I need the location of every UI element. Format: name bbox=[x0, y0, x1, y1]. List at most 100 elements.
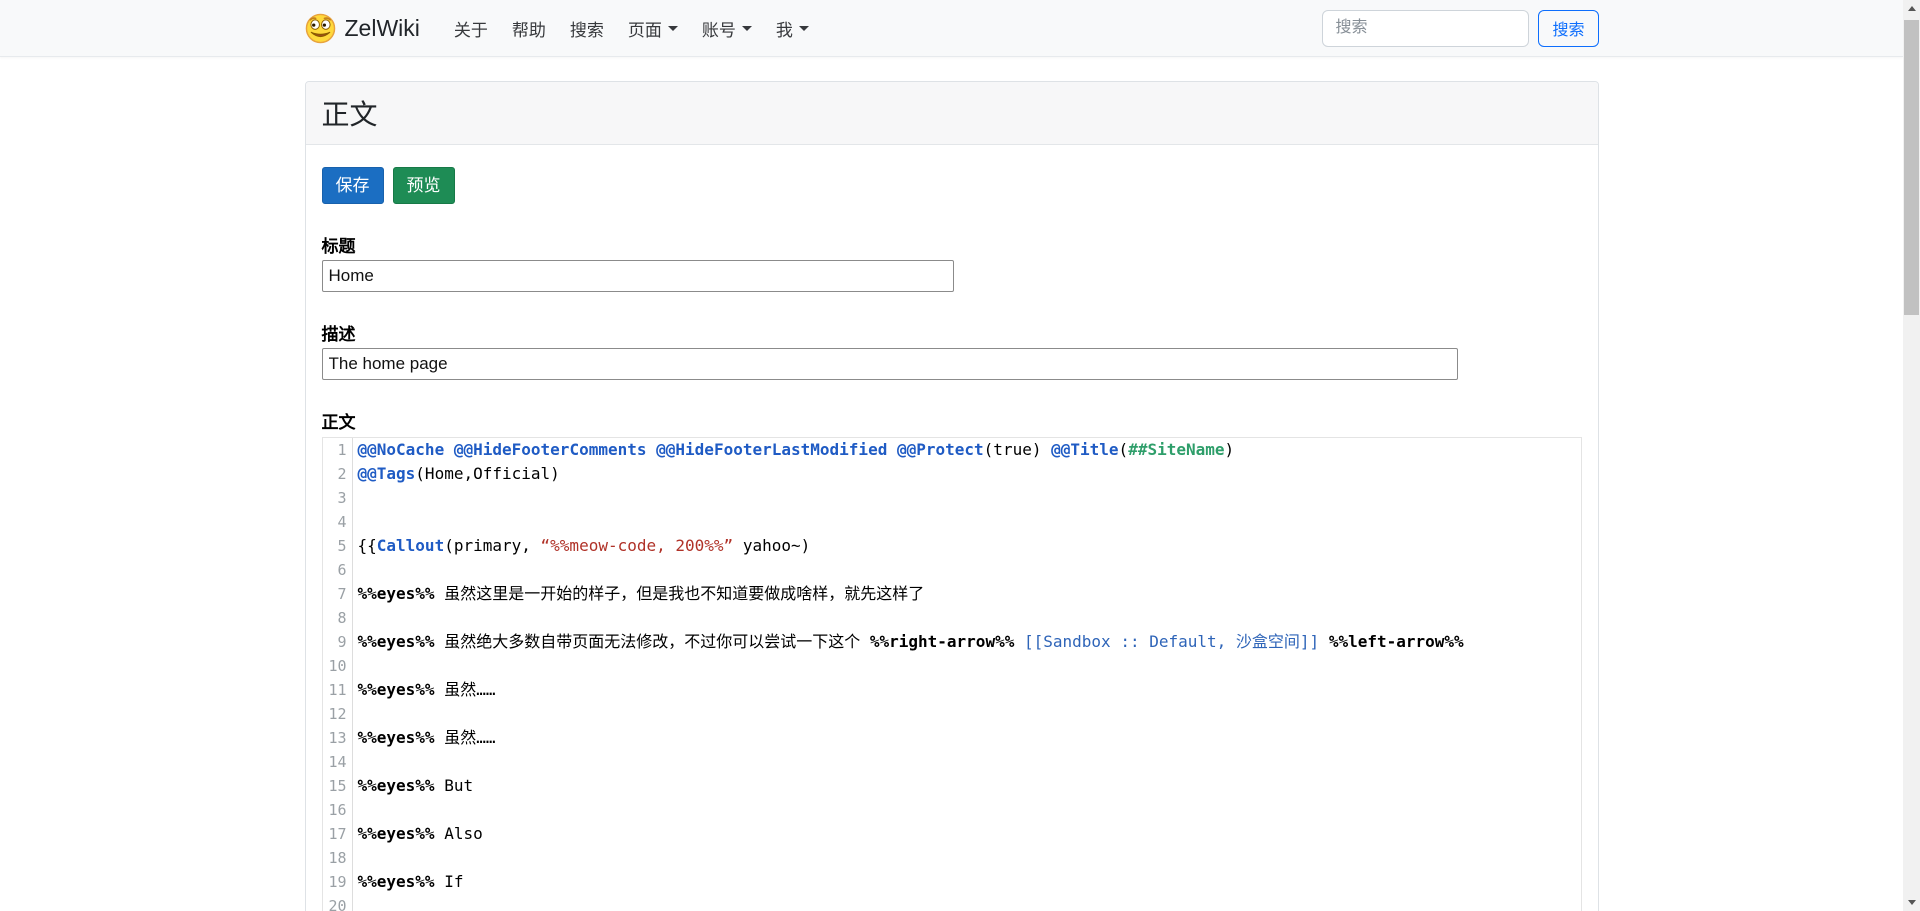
editor-line[interactable]: 1@@NoCache @@HideFooterComments @@HideFo… bbox=[323, 438, 1581, 462]
editor-line-number: 14 bbox=[323, 750, 353, 774]
editor-line[interactable]: 15%%eyes%% But bbox=[323, 774, 1581, 798]
scroll-down-icon bbox=[1908, 900, 1916, 905]
nav-dropdown-pages[interactable]: 页面 bbox=[616, 8, 690, 49]
editor-line-number: 7 bbox=[323, 582, 353, 606]
editor-line-number: 3 bbox=[323, 486, 353, 510]
editor-line[interactable]: 4 bbox=[323, 510, 1581, 534]
editor-line-content: {{Callout(primary, “%%meow-code, 200%%” … bbox=[353, 534, 811, 558]
dropdown-caret-icon bbox=[668, 26, 678, 31]
editor-line-content: %%eyes%% 虽然…… bbox=[353, 678, 496, 702]
editor-line[interactable]: 5{{Callout(primary, “%%meow-code, 200%%”… bbox=[323, 534, 1581, 558]
editor-line[interactable]: 9%%eyes%% 虽然绝大多数自带页面无法修改，不过你可以尝试一下这个 %%r… bbox=[323, 630, 1581, 654]
page: ZelWiki 关于 帮助 搜索 页面 账号 我 搜索 正文 保存 预览 bbox=[0, 0, 1903, 911]
dropdown-caret-icon bbox=[742, 26, 752, 31]
nav-item-about[interactable]: 关于 bbox=[442, 8, 500, 49]
editor-line-number: 11 bbox=[323, 678, 353, 702]
editor-line-number: 17 bbox=[323, 822, 353, 846]
editor-line-content bbox=[353, 702, 358, 726]
card-title: 正文 bbox=[306, 82, 1598, 145]
nav-item-label: 页面 bbox=[628, 16, 662, 41]
editor-line-number: 8 bbox=[323, 606, 353, 630]
editor-line-content bbox=[353, 654, 358, 678]
editor-line[interactable]: 10 bbox=[323, 654, 1581, 678]
editor-line-content bbox=[353, 486, 358, 510]
dropdown-caret-icon bbox=[799, 26, 809, 31]
editor-line[interactable]: 12 bbox=[323, 702, 1581, 726]
nav-item-label: 关于 bbox=[454, 16, 488, 41]
nav-menu: 关于 帮助 搜索 页面 账号 我 bbox=[442, 8, 821, 49]
nav-item-help[interactable]: 帮助 bbox=[500, 8, 558, 49]
nav-item-label: 账号 bbox=[702, 16, 736, 41]
editor-line[interactable]: 17%%eyes%% Also bbox=[323, 822, 1581, 846]
editor-line-number: 6 bbox=[323, 558, 353, 582]
editor-card: 正文 保存 预览 标题 描述 正文 1@@NoCache @@HideFoote… bbox=[305, 81, 1599, 911]
navbar-search-form: 搜索 bbox=[1322, 10, 1598, 47]
nav-dropdown-me[interactable]: 我 bbox=[764, 8, 821, 49]
editor-line[interactable]: 6 bbox=[323, 558, 1581, 582]
editor-line-number: 18 bbox=[323, 846, 353, 870]
description-field-label: 描述 bbox=[322, 320, 1582, 345]
editor-line-number: 20 bbox=[323, 894, 353, 911]
scroll-down-button[interactable] bbox=[1903, 894, 1920, 911]
search-input[interactable] bbox=[1322, 10, 1529, 47]
editor-line[interactable]: 7%%eyes%% 虽然这里是一开始的样子，但是我也不知道要做成啥样，就先这样了 bbox=[323, 582, 1581, 606]
nav-item-label: 我 bbox=[776, 16, 793, 41]
editor-line-number: 13 bbox=[323, 726, 353, 750]
editor-line-content bbox=[353, 558, 358, 582]
editor-line-content: %%eyes%% But bbox=[353, 774, 474, 798]
title-input[interactable] bbox=[322, 260, 954, 292]
description-input[interactable] bbox=[322, 348, 1458, 380]
editor-line[interactable]: 18 bbox=[323, 846, 1581, 870]
nav-item-search[interactable]: 搜索 bbox=[558, 8, 616, 49]
editor-line-content bbox=[353, 510, 358, 534]
nav-item-label: 搜索 bbox=[570, 16, 604, 41]
top-navbar: ZelWiki 关于 帮助 搜索 页面 账号 我 搜索 bbox=[0, 0, 1903, 57]
editor-line[interactable]: 20 bbox=[323, 894, 1581, 911]
scrollbar-thumb[interactable] bbox=[1904, 20, 1919, 315]
editor-line[interactable]: 11%%eyes%% 虽然…… bbox=[323, 678, 1581, 702]
nav-dropdown-account[interactable]: 账号 bbox=[690, 8, 764, 49]
editor-line-content: %%eyes%% 虽然这里是一开始的样子，但是我也不知道要做成啥样，就先这样了 bbox=[353, 582, 925, 606]
editor-line-content: %%eyes%% Also bbox=[353, 822, 483, 846]
save-button[interactable]: 保存 bbox=[322, 167, 384, 204]
editor-line[interactable]: 13%%eyes%% 虽然…… bbox=[323, 726, 1581, 750]
title-field-label: 标题 bbox=[322, 232, 1582, 257]
editor-line[interactable]: 16 bbox=[323, 798, 1581, 822]
editor-line-number: 16 bbox=[323, 798, 353, 822]
editor-line-content: @@NoCache @@HideFooterComments @@HideFoo… bbox=[353, 438, 1235, 462]
search-button[interactable]: 搜索 bbox=[1538, 10, 1598, 47]
editor-line-number: 19 bbox=[323, 870, 353, 894]
editor-line-content bbox=[353, 894, 358, 911]
editor-line[interactable]: 2@@Tags(Home,Official) bbox=[323, 462, 1581, 486]
scroll-up-icon bbox=[1908, 6, 1916, 11]
editor-line-number: 5 bbox=[323, 534, 353, 558]
editor-line-content bbox=[353, 606, 358, 630]
scroll-up-button[interactable] bbox=[1903, 0, 1920, 17]
editor-line[interactable]: 19%%eyes%% If bbox=[323, 870, 1581, 894]
editor-line[interactable]: 14 bbox=[323, 750, 1581, 774]
brand-link[interactable]: ZelWiki bbox=[305, 13, 420, 44]
editor-line[interactable]: 8 bbox=[323, 606, 1581, 630]
editor-line-number: 2 bbox=[323, 462, 353, 486]
body-field-label: 正文 bbox=[322, 408, 1582, 433]
wiki-source-editor[interactable]: 1@@NoCache @@HideFooterComments @@HideFo… bbox=[322, 437, 1582, 911]
editor-line-number: 12 bbox=[323, 702, 353, 726]
preview-button[interactable]: 预览 bbox=[393, 167, 455, 204]
editor-line-content: %%eyes%% If bbox=[353, 870, 464, 894]
editor-line-number: 9 bbox=[323, 630, 353, 654]
editor-line-number: 10 bbox=[323, 654, 353, 678]
editor-line-content: %%eyes%% 虽然绝大多数自带页面无法修改，不过你可以尝试一下这个 %%ri… bbox=[353, 630, 1464, 654]
editor-line-number: 1 bbox=[323, 438, 353, 462]
editor-line-content bbox=[353, 798, 358, 822]
editor-line-number: 4 bbox=[323, 510, 353, 534]
vertical-scrollbar[interactable] bbox=[1903, 0, 1920, 911]
editor-line-content bbox=[353, 846, 358, 870]
brand-name: ZelWiki bbox=[345, 15, 420, 42]
editor-line-content: @@Tags(Home,Official) bbox=[353, 462, 560, 486]
smiley-face-icon bbox=[305, 13, 336, 44]
nav-item-label: 帮助 bbox=[512, 16, 546, 41]
editor-line-content: %%eyes%% 虽然…… bbox=[353, 726, 496, 750]
editor-line-number: 15 bbox=[323, 774, 353, 798]
editor-line-content bbox=[353, 750, 358, 774]
editor-line[interactable]: 3 bbox=[323, 486, 1581, 510]
